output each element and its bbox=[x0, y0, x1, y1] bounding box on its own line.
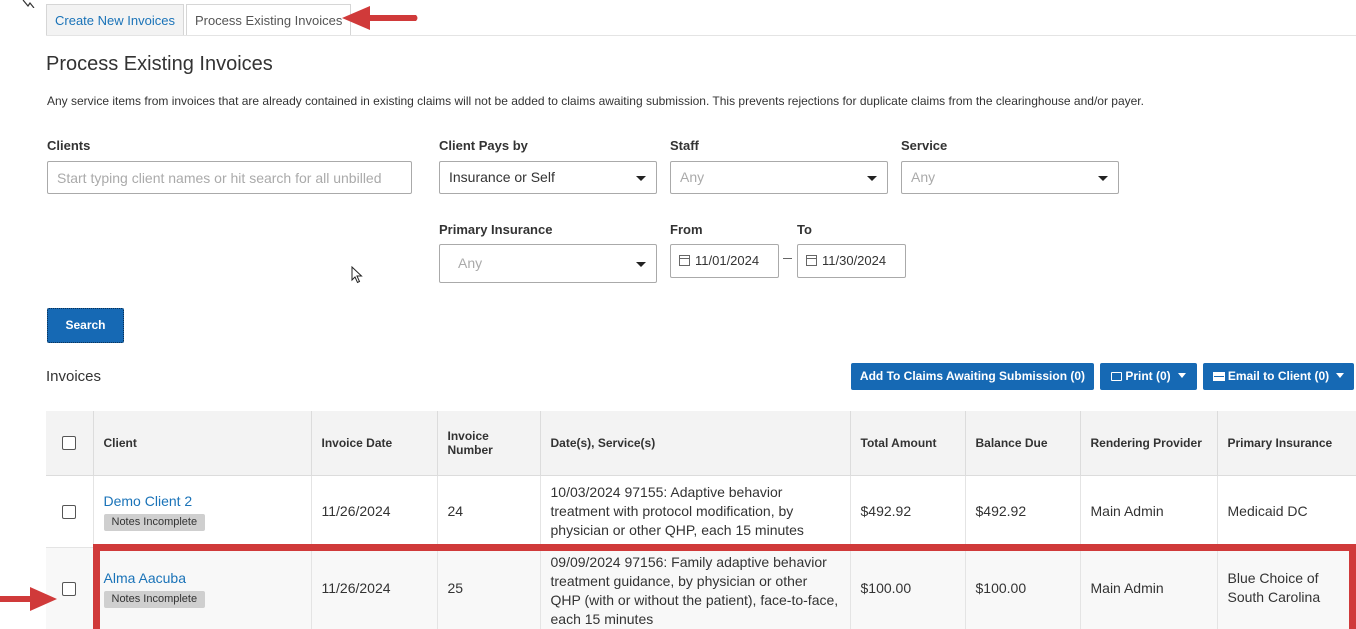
invoice-number-link[interactable]: 24 bbox=[437, 475, 541, 548]
chevron-down-icon bbox=[1177, 373, 1186, 378]
client-pays-label: Client Pays by bbox=[439, 138, 528, 153]
invoice-number-header-line1: Invoice bbox=[447, 428, 489, 443]
primary-insurance-value: Any bbox=[458, 255, 483, 271]
clients-search-input[interactable] bbox=[47, 161, 412, 194]
client-link[interactable]: Demo Client 2 bbox=[104, 492, 301, 511]
clients-label: Clients bbox=[47, 138, 91, 153]
annotation-arrow-icon bbox=[0, 587, 57, 611]
client-cell: Demo Client 2 Notes Incomplete bbox=[93, 475, 312, 548]
staff-label: Staff bbox=[670, 138, 699, 153]
invoice-date-link[interactable]: 11/26/2024 bbox=[311, 475, 438, 548]
select-all-checkbox[interactable] bbox=[62, 436, 77, 451]
calendar-icon bbox=[679, 255, 690, 266]
row-checkbox[interactable] bbox=[62, 582, 77, 597]
balance-due-cell: $492.92 bbox=[965, 475, 1081, 548]
chevron-down-icon bbox=[636, 261, 646, 267]
staff-select[interactable]: Any bbox=[670, 161, 888, 194]
calendar-icon bbox=[806, 255, 817, 266]
envelope-icon bbox=[1212, 372, 1225, 381]
mouse-pointer-icon bbox=[351, 266, 363, 284]
to-date-input[interactable]: 11/30/2024 bbox=[797, 244, 906, 278]
tab-create-new-invoices[interactable]: Create New Invoices bbox=[46, 4, 184, 36]
search-button[interactable]: Search bbox=[47, 308, 124, 343]
status-badge: Notes Incomplete bbox=[103, 513, 206, 531]
primary-insurance-select[interactable]: Any bbox=[439, 244, 657, 283]
invoice-number-header-line2: Number bbox=[447, 442, 493, 457]
to-date-value: 11/30/2024 bbox=[822, 253, 887, 268]
add-to-claims-button[interactable]: Add To Claims Awaiting Submission (0) bbox=[851, 363, 1094, 390]
column-header-balance-due[interactable]: Balance Due bbox=[965, 411, 1081, 476]
print-label: Print (0) bbox=[1125, 369, 1171, 383]
column-header-total-amount[interactable]: Total Amount bbox=[850, 411, 966, 476]
annotation-highlight-box bbox=[93, 544, 1356, 629]
service-label: Service bbox=[901, 138, 948, 153]
column-header-invoice-date[interactable]: Invoice Date bbox=[311, 411, 438, 476]
chevron-down-icon bbox=[867, 175, 877, 181]
chevron-down-icon bbox=[1098, 175, 1108, 181]
email-to-client-button[interactable]: Email to Client (0) bbox=[1203, 363, 1354, 390]
chevron-down-icon bbox=[636, 175, 646, 181]
column-header-dates-services[interactable]: Date(s), Service(s) bbox=[540, 411, 851, 476]
client-pays-select[interactable]: Insurance or Self bbox=[439, 161, 657, 194]
add-to-claims-label: Add To Claims Awaiting Submission (0) bbox=[859, 369, 1086, 383]
chevron-down-icon bbox=[1336, 373, 1345, 378]
service-select[interactable]: Any bbox=[901, 161, 1119, 194]
row-checkbox[interactable] bbox=[62, 504, 77, 519]
date-range-separator bbox=[783, 258, 792, 259]
primary-insurance-label: Primary Insurance bbox=[439, 222, 553, 237]
to-label: To bbox=[797, 222, 812, 237]
service-cell: 10/03/2024 97155: Adaptive behavior trea… bbox=[540, 475, 851, 548]
staff-value: Any bbox=[680, 169, 705, 185]
service-value: Any bbox=[911, 169, 936, 185]
column-header-invoice-number[interactable]: Invoice Number bbox=[437, 411, 541, 476]
tab-bar: Create New Invoices Process Existing Inv… bbox=[46, 4, 352, 36]
column-header-primary-insurance[interactable]: Primary Insurance bbox=[1217, 411, 1356, 476]
select-all-cell bbox=[46, 411, 94, 476]
from-date-value: 11/01/2024 bbox=[695, 253, 760, 268]
row-select-cell bbox=[46, 475, 94, 548]
print-button[interactable]: Print (0) bbox=[1100, 363, 1197, 390]
tab-divider bbox=[46, 35, 1356, 36]
invoices-section-title: Invoices bbox=[46, 368, 102, 385]
annotation-arrow-icon bbox=[342, 6, 418, 30]
printer-icon bbox=[1111, 372, 1123, 381]
tab-process-existing-invoices[interactable]: Process Existing Invoices bbox=[185, 4, 352, 36]
from-label: From bbox=[670, 222, 703, 237]
rendering-provider-cell: Main Admin bbox=[1080, 475, 1218, 548]
table-header-row: Client Invoice Date Invoice Number Date(s… bbox=[46, 411, 1356, 476]
column-header-client[interactable]: Client bbox=[93, 411, 312, 476]
table-row: Demo Client 2 Notes Incomplete 11/26/202… bbox=[46, 475, 1356, 548]
page-title: Process Existing Invoices bbox=[46, 53, 273, 75]
client-pays-value: Insurance or Self bbox=[449, 169, 555, 185]
page-description: Any service items from invoices that are… bbox=[47, 94, 1144, 108]
from-date-input[interactable]: 11/01/2024 bbox=[670, 244, 779, 278]
primary-insurance-cell: Medicaid DC bbox=[1217, 475, 1356, 548]
email-label: Email to Client (0) bbox=[1227, 369, 1330, 383]
column-header-rendering-provider[interactable]: Rendering Provider bbox=[1080, 411, 1218, 476]
total-amount-cell: $492.92 bbox=[850, 475, 966, 548]
cursor-fragment-icon bbox=[22, 0, 35, 8]
